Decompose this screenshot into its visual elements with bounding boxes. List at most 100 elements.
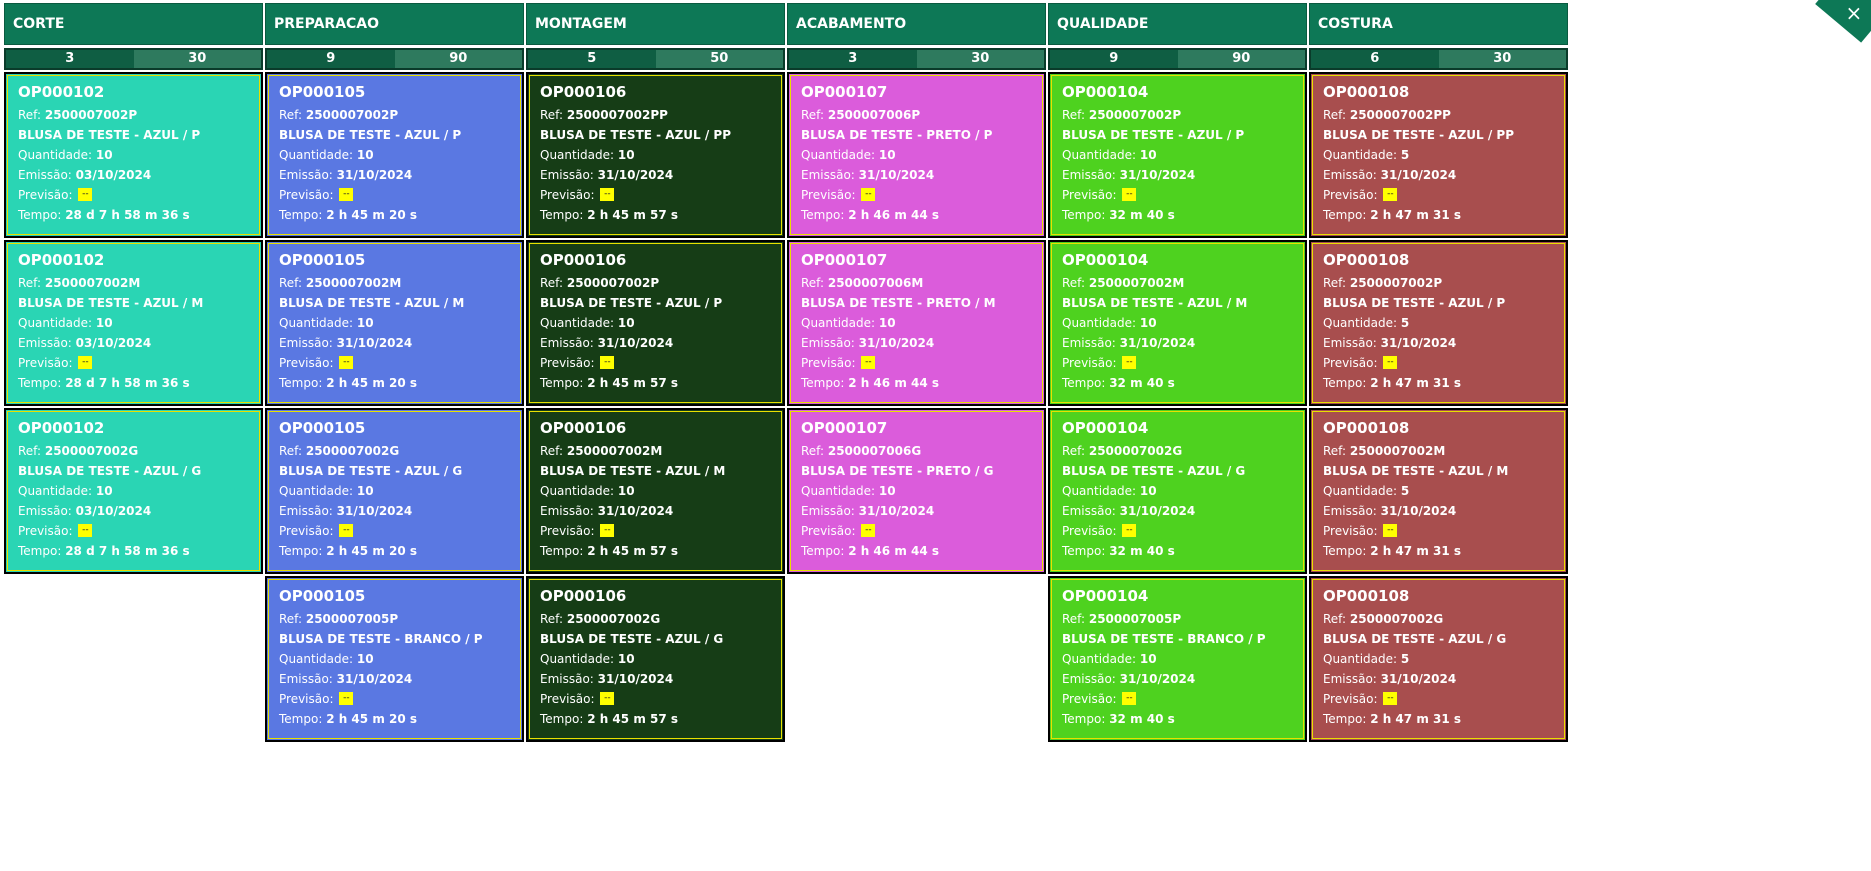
forecast-label: Previsão: (18, 188, 77, 202)
emission-value: 31/10/2024 (858, 168, 935, 182)
quantity-label: Quantidade: (540, 148, 618, 162)
product-name: BLUSA DE TESTE - AZUL / G (1323, 632, 1507, 646)
close-button[interactable]: × (1815, 0, 1871, 43)
forecast-row: Previsão: -- (279, 521, 510, 541)
order-card[interactable]: OP000104 Ref: 2500007002M BLUSA DE TESTE… (1048, 240, 1307, 406)
order-card[interactable]: OP000104 Ref: 2500007005P BLUSA DE TESTE… (1048, 576, 1307, 742)
ref-label: Ref: (1323, 612, 1350, 626)
order-card[interactable]: OP000106 Ref: 2500007002PP BLUSA DE TEST… (526, 72, 785, 238)
forecast-row: Previsão: -- (540, 689, 771, 709)
ref-label: Ref: (279, 276, 306, 290)
quantity-row: Quantidade: 5 (1323, 481, 1554, 501)
quantity-label: Quantidade: (1062, 148, 1140, 162)
order-number: OP000108 (1323, 83, 1410, 101)
order-card[interactable]: OP000105 Ref: 2500007002G BLUSA DE TESTE… (265, 408, 524, 574)
ref-label: Ref: (1323, 444, 1350, 458)
order-number: OP000106 (540, 83, 627, 101)
order-count: 3 (789, 50, 917, 68)
emission-label: Emissão: (279, 504, 337, 518)
quantity-value: 10 (1139, 484, 1157, 498)
ref-label: Ref: (279, 612, 306, 626)
time-value: 2 h 45 m 57 s (587, 376, 679, 390)
time-value: 32 m 40 s (1109, 544, 1175, 558)
ref-label: Ref: (1323, 108, 1350, 122)
quantity-row: Quantidade: 10 (540, 313, 771, 333)
forecast-badge: -- (600, 524, 615, 537)
card-list: OP000104 Ref: 2500007002P BLUSA DE TESTE… (1048, 72, 1307, 742)
column-title: CORTE (4, 3, 263, 45)
order-card[interactable]: OP000106 Ref: 2500007002G BLUSA DE TESTE… (526, 576, 785, 742)
time-value: 28 d 7 h 58 m 36 s (65, 376, 190, 390)
product-name: BLUSA DE TESTE - AZUL / G (540, 632, 724, 646)
ref-row: Ref: 2500007005P (279, 609, 510, 629)
order-card[interactable]: OP000104 Ref: 2500007002P BLUSA DE TESTE… (1048, 72, 1307, 238)
forecast-label: Previsão: (801, 356, 860, 370)
order-card[interactable]: OP000102 Ref: 2500007002P BLUSA DE TESTE… (4, 72, 263, 238)
forecast-row: Previsão: -- (540, 521, 771, 541)
order-card[interactable]: OP000108 Ref: 2500007002P BLUSA DE TESTE… (1309, 240, 1568, 406)
quantity-value: 10 (617, 148, 635, 162)
emission-row: Emissão: 31/10/2024 (279, 669, 510, 689)
quantity-value: 10 (356, 148, 374, 162)
ref-value: 2500007002P (305, 108, 399, 122)
column-costura: COSTURA 6 30 OP000108 Ref: 2500007002PP BL… (1309, 3, 1568, 742)
order-card[interactable]: OP000105 Ref: 2500007002P BLUSA DE TESTE… (265, 72, 524, 238)
product-name: BLUSA DE TESTE - AZUL / M (1062, 296, 1248, 310)
forecast-row: Previsão: -- (540, 353, 771, 373)
order-number: OP000106 (540, 251, 627, 269)
time-row: Tempo: 2 h 45 m 57 s (540, 373, 771, 393)
quantity-count: 90 (394, 50, 522, 68)
ref-label: Ref: (801, 276, 828, 290)
order-card[interactable]: OP000107 Ref: 2500007006G BLUSA DE TESTE… (787, 408, 1046, 574)
order-card[interactable]: OP000106 Ref: 2500007002P BLUSA DE TESTE… (526, 240, 785, 406)
time-label: Tempo: (801, 208, 849, 222)
order-card[interactable]: OP000108 Ref: 2500007002PP BLUSA DE TEST… (1309, 72, 1568, 238)
emission-value: 31/10/2024 (858, 504, 935, 518)
emission-label: Emissão: (1323, 672, 1381, 686)
time-label: Tempo: (279, 376, 327, 390)
emission-row: Emissão: 31/10/2024 (1323, 333, 1554, 353)
order-card[interactable]: OP000108 Ref: 2500007002M BLUSA DE TESTE… (1309, 408, 1568, 574)
quantity-label: Quantidade: (279, 148, 357, 162)
emission-value: 31/10/2024 (1380, 168, 1457, 182)
column-counts: 9 90 (1048, 48, 1307, 70)
quantity-row: Quantidade: 10 (801, 481, 1032, 501)
time-label: Tempo: (1062, 376, 1110, 390)
quantity-value: 10 (356, 652, 374, 666)
time-label: Tempo: (279, 712, 327, 726)
time-row: Tempo: 28 d 7 h 58 m 36 s (18, 541, 249, 561)
forecast-badge: -- (1383, 692, 1398, 705)
quantity-value: 10 (617, 652, 635, 666)
time-label: Tempo: (1062, 712, 1110, 726)
order-card[interactable]: OP000105 Ref: 2500007005P BLUSA DE TESTE… (265, 576, 524, 742)
order-card[interactable]: OP000102 Ref: 2500007002M BLUSA DE TESTE… (4, 240, 263, 406)
emission-value: 31/10/2024 (1380, 504, 1457, 518)
order-card[interactable]: OP000107 Ref: 2500007006M BLUSA DE TESTE… (787, 240, 1046, 406)
order-card[interactable]: OP000105 Ref: 2500007002M BLUSA DE TESTE… (265, 240, 524, 406)
forecast-label: Previsão: (540, 692, 599, 706)
emission-label: Emissão: (801, 336, 859, 350)
emission-label: Emissão: (1323, 168, 1381, 182)
time-value: 32 m 40 s (1109, 208, 1175, 222)
order-number: OP000108 (1323, 419, 1410, 437)
emission-label: Emissão: (1062, 336, 1120, 350)
quantity-label: Quantidade: (1323, 316, 1401, 330)
quantity-count: 30 (1438, 50, 1566, 68)
order-card[interactable]: OP000106 Ref: 2500007002M BLUSA DE TESTE… (526, 408, 785, 574)
order-number: OP000104 (1062, 587, 1149, 605)
forecast-row: Previsão: -- (1323, 689, 1554, 709)
ref-row: Ref: 2500007002M (279, 273, 510, 293)
column-title: ACABAMENTO (787, 3, 1046, 45)
ref-value: 2500007002M (305, 276, 402, 290)
emission-label: Emissão: (18, 336, 76, 350)
ref-row: Ref: 2500007002G (18, 441, 249, 461)
order-card[interactable]: OP000102 Ref: 2500007002G BLUSA DE TESTE… (4, 408, 263, 574)
order-card[interactable]: OP000108 Ref: 2500007002G BLUSA DE TESTE… (1309, 576, 1568, 742)
ref-label: Ref: (540, 276, 567, 290)
order-card[interactable]: OP000104 Ref: 2500007002G BLUSA DE TESTE… (1048, 408, 1307, 574)
column-counts: 3 30 (787, 48, 1046, 70)
forecast-badge: -- (339, 692, 354, 705)
order-number: OP000107 (801, 83, 888, 101)
column-counts: 9 90 (265, 48, 524, 70)
order-card[interactable]: OP000107 Ref: 2500007006P BLUSA DE TESTE… (787, 72, 1046, 238)
